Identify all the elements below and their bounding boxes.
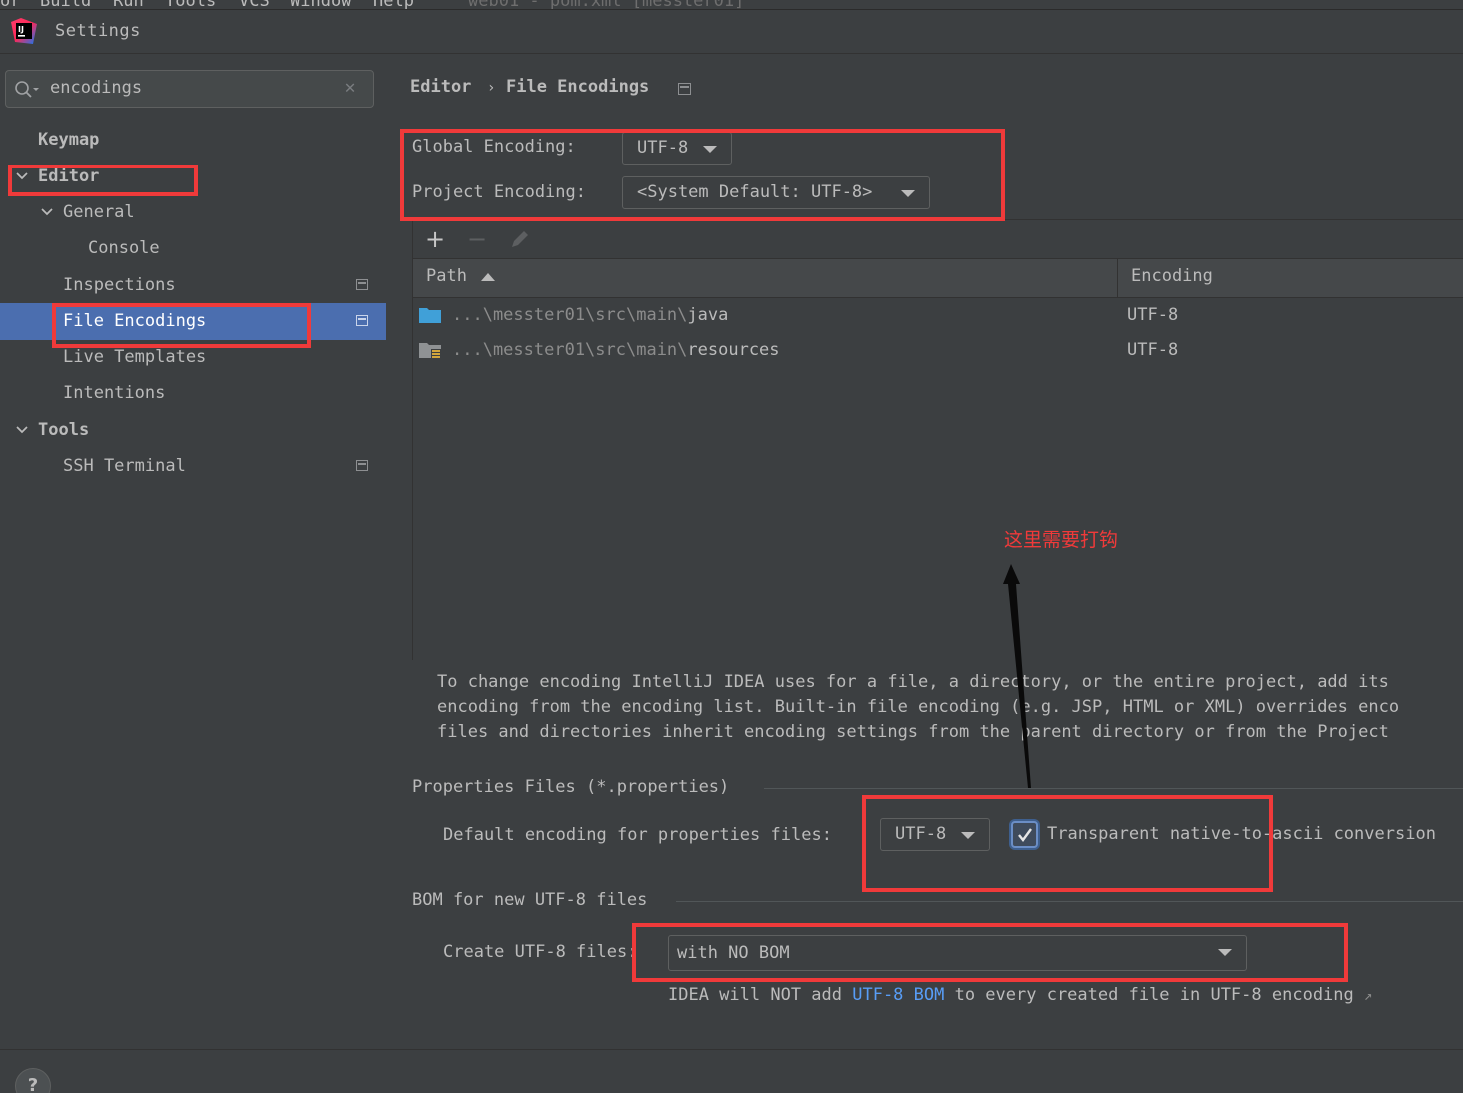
section-divider <box>676 901 1463 902</box>
sidebar-item-inspections-row[interactable]: Inspections <box>0 267 386 303</box>
sidebar-item-inspections: Inspections <box>63 275 176 295</box>
hint-line: To change encoding IntelliJ IDEA uses fo… <box>437 672 1389 692</box>
sidebar-item-intentions[interactable]: Intentions <box>63 375 165 411</box>
chevron-down-icon[interactable] <box>40 205 54 219</box>
project-scope-icon <box>356 460 368 471</box>
properties-default-label: Default encoding for properties files: <box>443 825 832 845</box>
dialog-footer <box>0 1049 1463 1093</box>
menu-vcs[interactable]: VCS <box>239 0 270 9</box>
menu-tools[interactable]: Tools <box>165 0 216 9</box>
bom-note-text: to every created file in UTF-8 encoding <box>944 985 1354 1005</box>
menu-run[interactable]: Run <box>113 0 144 9</box>
hint-line: files and directories inherit encoding s… <box>437 722 1389 742</box>
source-folder-icon <box>419 308 441 323</box>
window-title: Settings <box>55 21 141 41</box>
table-row[interactable]: ...\messter01\src\main\resources <box>452 340 780 360</box>
title-bar <box>0 10 1463 54</box>
table-header <box>413 258 1463 298</box>
annotation-box-file-encodings <box>52 303 311 348</box>
breadcrumb-editor: Editor <box>410 77 472 97</box>
path-prefix: ...\messter01\src\main\ <box>452 340 688 360</box>
create-utf8-label: Create UTF-8 files: <box>443 942 638 962</box>
edit-pencil-icon[interactable] <box>508 227 532 251</box>
search-input[interactable] <box>50 78 330 98</box>
project-scope-icon <box>678 83 691 95</box>
page-title: File Encodings <box>506 77 650 97</box>
menu-help[interactable]: Help <box>373 0 414 9</box>
properties-section-title: Properties Files (*.properties) <box>412 777 730 797</box>
clear-search-icon[interactable]: ✕ <box>340 78 360 98</box>
project-scope-icon <box>356 315 368 326</box>
annotation-box-editor <box>8 165 198 196</box>
bom-section-title: BOM for new UTF-8 files <box>412 890 648 910</box>
sidebar-item-general[interactable]: General <box>63 194 135 230</box>
column-divider[interactable] <box>1117 259 1118 297</box>
window-project-title: web01 - pom.xml [messter01] <box>468 0 745 10</box>
menu-window[interactable]: Window <box>290 0 351 9</box>
external-link-icon[interactable]: ↗ <box>1364 988 1372 1004</box>
remove-icon[interactable]: − <box>466 227 488 251</box>
menu-bar: or Build Run Tools VCS Window Help web01… <box>0 0 1463 10</box>
encoding-hint-text: To change encoding IntelliJ IDEA uses fo… <box>437 670 1463 745</box>
menu-build[interactable]: Build <box>40 0 91 9</box>
search-icon[interactable] <box>14 80 40 100</box>
utf8-bom-link[interactable]: UTF-8 BOM <box>852 985 944 1005</box>
annotation-box-bom <box>632 923 1348 982</box>
row-encoding[interactable]: UTF-8 <box>1127 305 1178 325</box>
table-row[interactable]: ...\messter01\src\main\java <box>452 305 728 325</box>
sidebar-item-console[interactable]: Console <box>88 230 160 266</box>
column-header-path[interactable]: Path <box>426 266 467 286</box>
chevron-down-icon[interactable] <box>15 423 29 437</box>
path-name: resources <box>687 340 780 360</box>
annotation-box-encodings <box>400 129 1005 221</box>
menu-refactor[interactable]: or <box>0 0 20 9</box>
bom-note: IDEA will NOT add UTF-8 BOM to every cre… <box>668 985 1372 1005</box>
project-scope-icon <box>356 279 368 290</box>
sidebar-item-ssh-terminal-row[interactable]: SSH Terminal <box>0 448 386 484</box>
resources-folder-icon <box>419 343 441 359</box>
intellij-logo-icon: IJ <box>11 18 37 44</box>
path-prefix: ...\messter01\src\main\ <box>452 305 688 325</box>
annotation-arrow-icon <box>1003 564 1031 788</box>
column-header-encoding[interactable]: Encoding <box>1131 266 1213 286</box>
annotation-box-properties <box>862 795 1273 892</box>
section-divider <box>764 788 1463 789</box>
sort-ascending-icon[interactable] <box>481 273 495 281</box>
sidebar-item-ssh-terminal: SSH Terminal <box>63 456 186 476</box>
svg-text:IJ: IJ <box>18 25 24 34</box>
row-encoding[interactable]: UTF-8 <box>1127 340 1178 360</box>
bom-note-text: IDEA will NOT add <box>668 985 853 1005</box>
add-icon[interactable]: + <box>424 227 446 251</box>
settings-sidebar <box>0 54 386 1049</box>
sidebar-item-keymap[interactable]: Keymap <box>38 122 99 158</box>
annotation-note: 这里需要打钩 <box>1004 529 1119 551</box>
sidebar-item-tools[interactable]: Tools <box>38 412 89 448</box>
breadcrumb-separator: › <box>487 80 496 96</box>
hint-line: encoding from the encoding list. Built-i… <box>437 697 1400 717</box>
path-name: java <box>687 305 729 325</box>
